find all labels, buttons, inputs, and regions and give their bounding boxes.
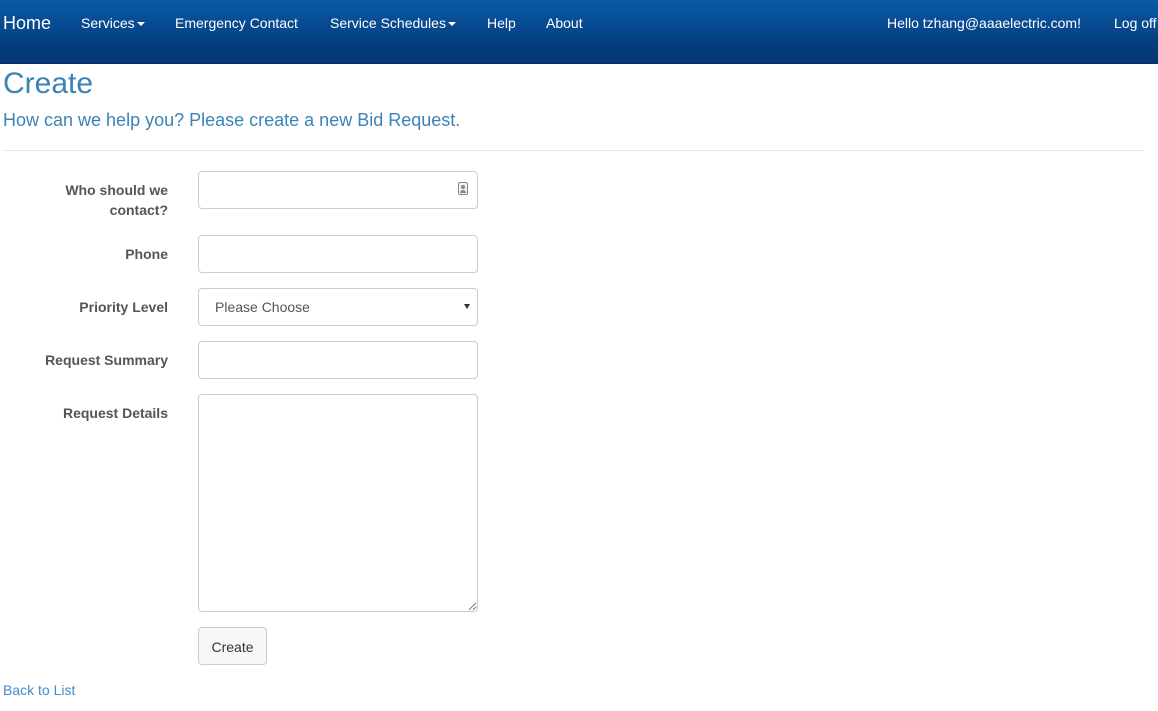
- priority-select[interactable]: Please Choose: [198, 288, 478, 326]
- page-title: Create: [3, 67, 94, 100]
- logoff-link[interactable]: Log off: [1114, 0, 1157, 46]
- nav-help[interactable]: Help: [487, 0, 516, 46]
- top-navbar: Home Services Emergency Contact Service …: [0, 0, 1158, 64]
- caret-down-icon: [447, 22, 456, 27]
- nav-service-schedules[interactable]: Service Schedules: [330, 0, 456, 46]
- dropdown-arrow-icon: [464, 304, 470, 309]
- summary-input[interactable]: [198, 341, 478, 379]
- phone-input[interactable]: [198, 235, 478, 273]
- contact-card-icon[interactable]: [458, 182, 468, 195]
- priority-label: Priority Level: [79, 299, 168, 315]
- nav-about[interactable]: About: [546, 0, 583, 46]
- create-button[interactable]: Create: [198, 627, 267, 665]
- details-textarea[interactable]: [198, 394, 478, 612]
- phone-label: Phone: [125, 246, 168, 262]
- home-link[interactable]: Home: [3, 0, 51, 46]
- page-subtitle: How can we help you? Please create a new…: [3, 110, 461, 130]
- nav-services-label: Services: [81, 15, 135, 31]
- contact-label: Who should we contact?: [65, 182, 168, 218]
- contact-input[interactable]: [198, 171, 478, 209]
- caret-down-icon: [136, 22, 145, 27]
- back-to-list-link[interactable]: Back to List: [3, 681, 75, 699]
- details-label: Request Details: [62, 405, 168, 421]
- priority-selected-value: Please Choose: [215, 299, 310, 315]
- summary-label: Request Summary: [45, 352, 168, 368]
- divider: [3, 150, 1143, 151]
- nav-service-schedules-label: Service Schedules: [330, 15, 446, 31]
- user-greeting-link[interactable]: Hello tzhang@aaaelectric.com!: [887, 0, 1081, 46]
- nav-emergency-contact[interactable]: Emergency Contact: [175, 0, 298, 46]
- nav-services[interactable]: Services: [81, 0, 145, 46]
